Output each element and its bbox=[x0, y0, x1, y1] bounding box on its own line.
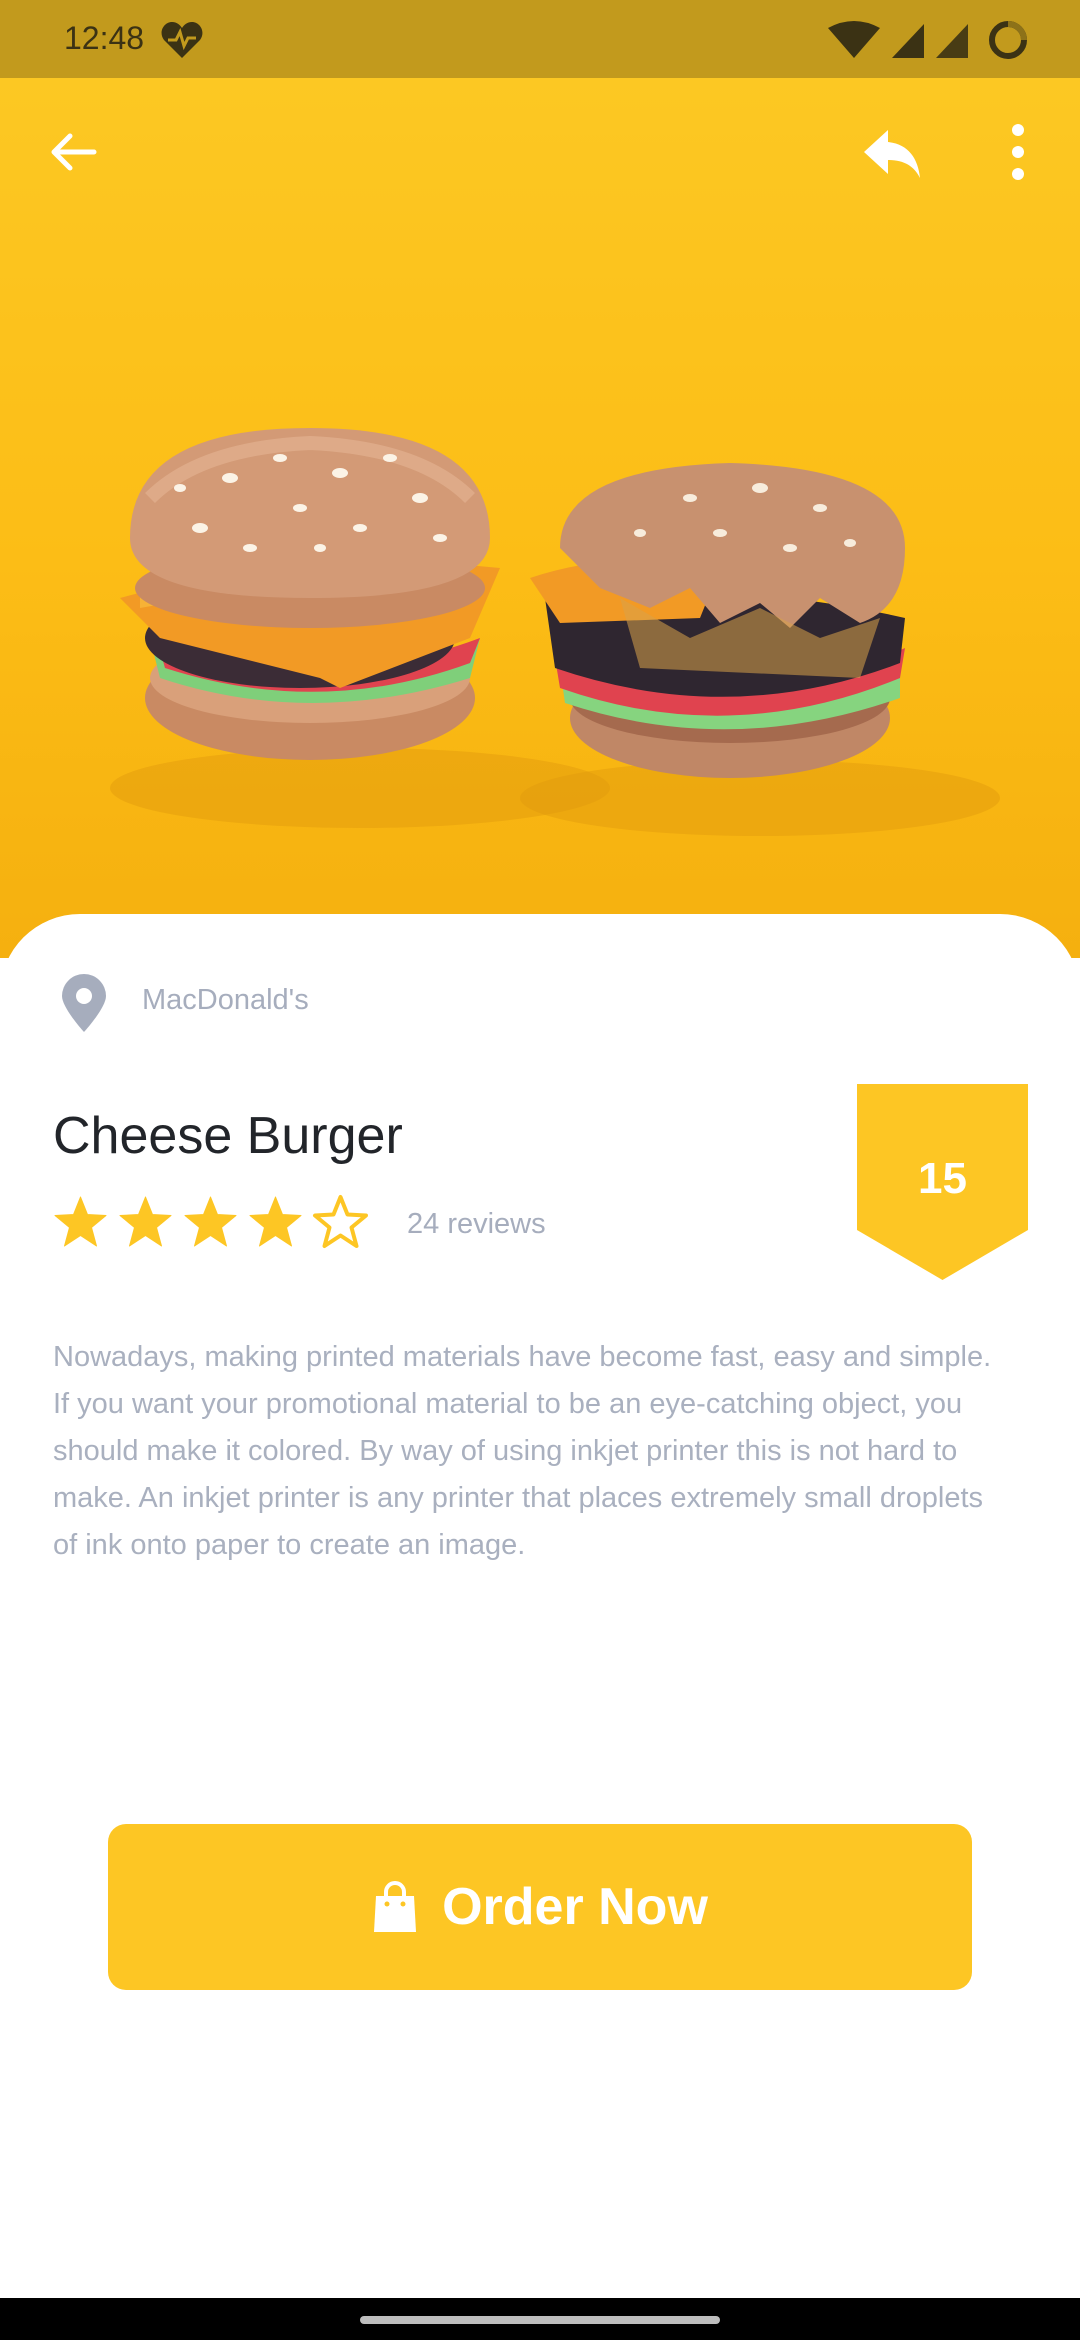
order-now-label: Order Now bbox=[442, 1878, 708, 1936]
reviews-count[interactable]: 24 reviews bbox=[407, 1208, 546, 1241]
arrow-left-icon bbox=[51, 133, 97, 171]
status-time: 12:48 bbox=[64, 20, 145, 56]
restaurant-name[interactable]: MacDonald's bbox=[142, 984, 309, 1017]
reply-icon bbox=[864, 130, 920, 178]
star-filled-icon bbox=[249, 1196, 302, 1247]
burger-photo bbox=[110, 428, 1000, 836]
home-gesture-handle[interactable] bbox=[360, 2316, 720, 2324]
share-button[interactable] bbox=[852, 112, 932, 192]
status-icons bbox=[828, 21, 1027, 59]
hero-image bbox=[0, 78, 1080, 958]
more-vertical-icon bbox=[1012, 124, 1024, 180]
wifi-icon bbox=[828, 21, 880, 58]
back-button[interactable] bbox=[34, 112, 114, 192]
rating-stars bbox=[52, 1194, 369, 1251]
shopping-bag-icon bbox=[374, 1881, 417, 1932]
star-filled-icon bbox=[184, 1196, 237, 1247]
right-burger bbox=[530, 463, 905, 778]
signal-icon bbox=[892, 24, 924, 58]
star-filled-icon bbox=[119, 1196, 172, 1247]
status-bar: 12:48 bbox=[0, 0, 1080, 78]
signal-icon bbox=[936, 24, 968, 58]
product-detail-card: MacDonald's Cheese Burger 24 reviews 15 … bbox=[0, 914, 1080, 2298]
product-description: Nowadays, making printed materials have … bbox=[53, 1341, 992, 1561]
left-burger bbox=[120, 428, 500, 760]
heart-icon bbox=[161, 22, 203, 58]
star-filled-icon bbox=[54, 1196, 107, 1247]
more-options-button[interactable] bbox=[978, 112, 1058, 192]
order-now-button[interactable]: Order Now bbox=[108, 1824, 972, 1990]
star-outline-icon bbox=[313, 1195, 368, 1248]
product-title: Cheese Burger bbox=[53, 1107, 403, 1165]
price-badge: 15 bbox=[918, 1154, 967, 1203]
map-pin-icon bbox=[62, 974, 106, 1032]
battery-ring-icon bbox=[989, 21, 1027, 59]
